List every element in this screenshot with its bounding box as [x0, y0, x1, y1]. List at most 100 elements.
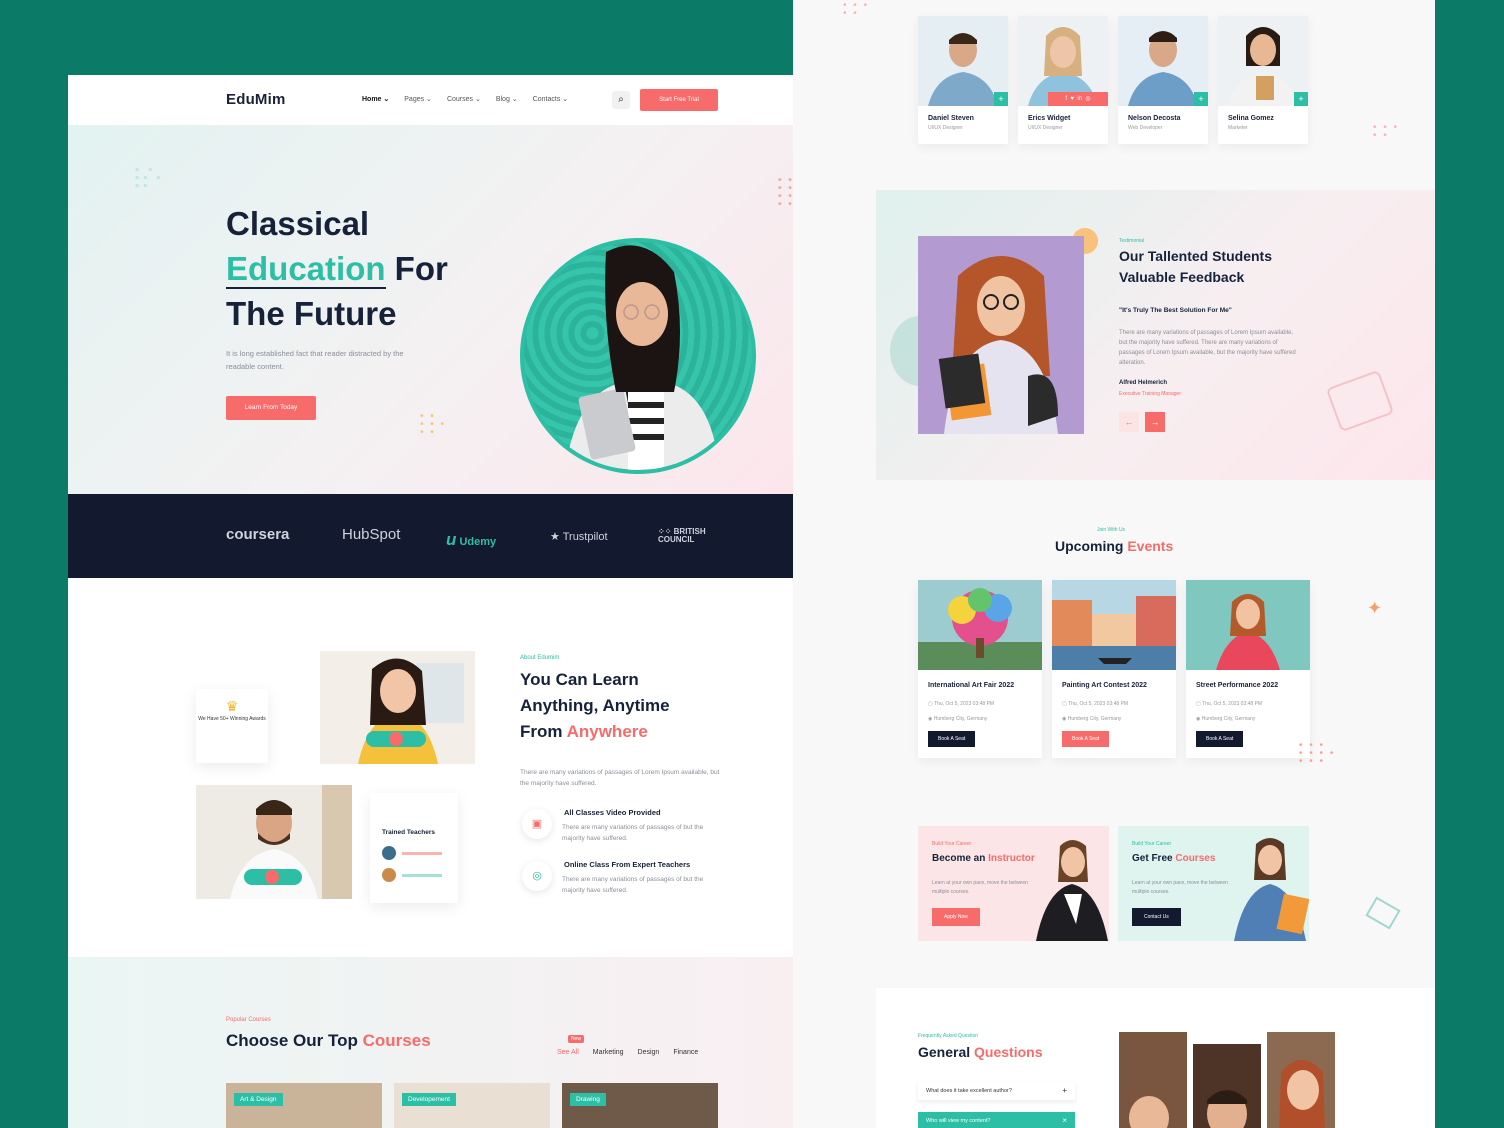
location-icon: ◉: [1196, 716, 1201, 722]
become-instructor-banner: Build Your Career Become an Instructor L…: [918, 826, 1109, 941]
student-photo: [918, 236, 1084, 434]
feature-title: All Classes Video Provided: [564, 808, 661, 817]
udemy-logo: u Udemy: [446, 530, 497, 549]
decorative-dots: • • • • • • •: [420, 411, 447, 438]
student-photo: [1234, 838, 1309, 941]
close-icon[interactable]: ×: [1062, 1112, 1067, 1128]
course-card[interactable]: Drawing: [562, 1083, 718, 1128]
event-card[interactable]: Painting Art Contest 2022 ▢ Thu, Oct 5, …: [1052, 580, 1176, 758]
testimonial-quote: "It's Truly The Best Solution For Me": [1119, 307, 1232, 314]
left-page-preview: EduMim Home ⌄ Pages ⌄ Courses ⌄ Blog ⌄ C…: [68, 75, 876, 1128]
team-member-photo: +: [918, 16, 1008, 106]
faq-question[interactable]: What does it take excellent author? +: [918, 1082, 1075, 1100]
team-member-card[interactable]: + Daniel Steven UI/UX Designer: [918, 16, 1008, 144]
learn-from-today-button[interactable]: Learn From Today: [226, 396, 316, 420]
team-member-card[interactable]: + Selina Gomez Marketer: [1218, 16, 1308, 144]
book-icon: [1365, 896, 1401, 930]
faq-image: [1267, 1032, 1335, 1128]
contact-us-button[interactable]: Contact Us: [1132, 908, 1181, 926]
testimonial-author: Alfred Helmerich: [1119, 380, 1168, 386]
courses-section: Popular Courses Choose Our Top Courses N…: [68, 957, 876, 1128]
testimonial-author-role: Executive Training Manager: [1119, 391, 1181, 397]
hero-title-accent: Education: [226, 250, 386, 289]
team-member-card[interactable]: f ♥ in ◎ Erics Widget UI/UX Designer: [1018, 16, 1108, 144]
course-category-tag: Art & Design: [234, 1093, 283, 1106]
about-description: There are many variations of passages of…: [520, 769, 720, 787]
top-navbar: EduMim Home ⌄ Pages ⌄ Courses ⌄ Blog ⌄ C…: [68, 75, 876, 125]
course-card[interactable]: Developement: [394, 1083, 550, 1128]
event-card[interactable]: International Art Fair 2022 ▢ Thu, Oct 5…: [918, 580, 1042, 758]
british-council-logo: ⁘⁘ BRITISH COUNCIL: [658, 527, 706, 544]
feature-title: Online Class From Expert Teachers: [564, 860, 691, 869]
plus-icon[interactable]: +: [1294, 92, 1308, 106]
plus-icon[interactable]: +: [994, 92, 1008, 106]
start-free-trial-button[interactable]: Start Free Trial: [640, 89, 718, 111]
graduation-cap-icon: [1325, 369, 1395, 433]
hero-student-image: [520, 238, 756, 474]
book-seat-button[interactable]: Book A Seat: [1196, 731, 1244, 747]
prev-arrow-icon[interactable]: ←: [1119, 412, 1139, 432]
course-category-tag: Developement: [402, 1093, 456, 1106]
decorative-dots: ∘ ∘ ∘∘ ∘ ∘∘: [134, 165, 164, 192]
decorative-dots: • • • • •: [1373, 122, 1400, 141]
testimonial-title: Our Tallented Students Valuable Feedback: [1119, 248, 1272, 285]
tab-design[interactable]: Design: [638, 1049, 660, 1056]
nav-home[interactable]: Home ⌄: [362, 95, 389, 103]
courses-title: Choose Our Top Courses: [226, 1031, 431, 1050]
event-card[interactable]: Street Performance 2022 ▢ Thu, Oct 5, 20…: [1186, 580, 1310, 758]
book-seat-button[interactable]: Book A Seat: [928, 731, 976, 747]
course-filter-tabs: See All Marketing Design Finance: [557, 1049, 698, 1056]
hero-title: Classical Education For The Future: [226, 205, 448, 332]
course-card[interactable]: Art & Design: [226, 1083, 382, 1128]
next-arrow-icon[interactable]: →: [1145, 412, 1165, 432]
nav-pages[interactable]: Pages ⌄: [404, 95, 432, 103]
team-member-photo: +: [1118, 16, 1208, 106]
event-image: [918, 580, 1042, 670]
coursera-logo: coursera: [226, 526, 290, 543]
courses-label: Popular Courses: [226, 1017, 271, 1023]
location-icon: ◉: [928, 716, 933, 722]
testimonial-section: Testimonial Our Tallented Students Valua…: [876, 190, 1435, 480]
hero-section: ∘ ∘ ∘∘ ∘ ∘∘ • • • • • • • • • • • • • • • •…: [68, 125, 876, 494]
tab-see-all[interactable]: See All: [557, 1049, 579, 1056]
faq-question-open[interactable]: Who will view my content? ×: [918, 1112, 1075, 1128]
calendar-icon: ▢: [1196, 701, 1201, 707]
team-member-card[interactable]: + Nelson Decosta Web Developer: [1118, 16, 1208, 144]
avatar: [382, 868, 396, 882]
search-icon[interactable]: ⌕: [612, 91, 630, 109]
apply-now-button[interactable]: Apply Now: [932, 908, 980, 926]
awards-card: ♛ We Have 50+ Winning Awards: [196, 689, 268, 763]
plus-icon[interactable]: +: [1194, 92, 1208, 106]
sparkle-icon: ✦: [1367, 598, 1383, 618]
social-icons[interactable]: f ♥ in ◎: [1048, 92, 1108, 106]
instructor-photo: [1036, 840, 1108, 941]
nav-courses[interactable]: Courses ⌄: [447, 95, 481, 103]
partner-logos-bar: coursera HubSpot u Udemy ★ Trustpilot ⁘⁘…: [68, 494, 876, 578]
trained-teachers-card: Trained Teachers: [370, 793, 458, 903]
nav-contacts[interactable]: Contacts ⌄: [533, 95, 568, 103]
decorative-dots: • • • • • • • • • •: [1299, 740, 1336, 767]
testimonial-label: Testimonial: [1119, 238, 1145, 244]
avatar: [382, 846, 396, 860]
team-member-photo: f ♥ in ◎: [1018, 16, 1108, 106]
testimonial-text: There are many variations of passages of…: [1119, 330, 1296, 366]
online-student-photo: [196, 785, 352, 899]
calendar-icon: ▢: [1062, 701, 1067, 707]
award-icon: ♛: [225, 698, 239, 714]
faq-label: Frequently Asked Question: [918, 1033, 979, 1039]
calendar-icon: ▢: [928, 701, 933, 707]
nav-blog[interactable]: Blog ⌄: [496, 95, 518, 103]
tab-marketing[interactable]: Marketing: [593, 1049, 624, 1056]
team-member-photo: +: [1218, 16, 1308, 106]
plus-icon[interactable]: +: [1062, 1082, 1067, 1100]
online-teacher-photo: [320, 651, 475, 764]
feature-text: There are many variations of passages of…: [562, 824, 704, 842]
book-seat-button[interactable]: Book A Seat: [1062, 731, 1110, 747]
main-menu: Home ⌄ Pages ⌄ Courses ⌄ Blog ⌄ Contacts…: [362, 95, 568, 103]
faq-title: General Questions: [918, 1044, 1043, 1060]
tab-finance[interactable]: Finance: [673, 1049, 698, 1056]
logo[interactable]: EduMim: [226, 91, 286, 108]
events-label: Join With Us: [1097, 527, 1126, 533]
decorative-dots: • • • • •: [843, 0, 870, 19]
event-image: [1052, 580, 1176, 670]
